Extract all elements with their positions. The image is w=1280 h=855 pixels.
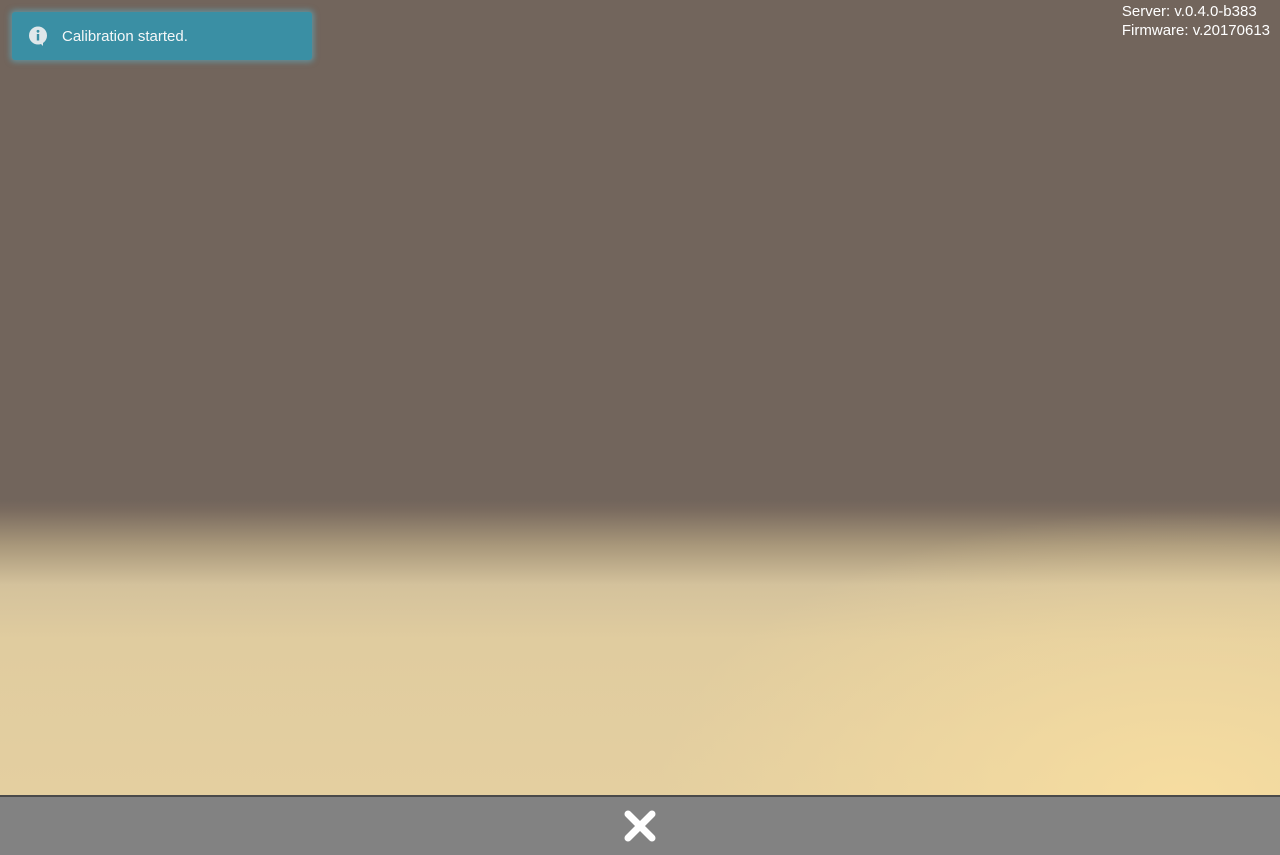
- server-version: Server: v.0.4.0-b383: [1121, 3, 1257, 20]
- close-icon: [624, 810, 656, 842]
- version-info: Server: v.0.4.0-b383 Firmware: v.2017061…: [1122, 2, 1270, 40]
- camera-viewport: Calibration started. Server: v.0.4.0-b38…: [0, 0, 1280, 795]
- close-button[interactable]: [620, 806, 660, 846]
- info-icon: [28, 26, 48, 46]
- firmware-version: Firmware: v.20170613: [1121, 22, 1270, 39]
- notification-toast: Calibration started.: [12, 12, 312, 60]
- bottom-bar: [0, 795, 1280, 855]
- notification-message: Calibration started.: [62, 27, 188, 45]
